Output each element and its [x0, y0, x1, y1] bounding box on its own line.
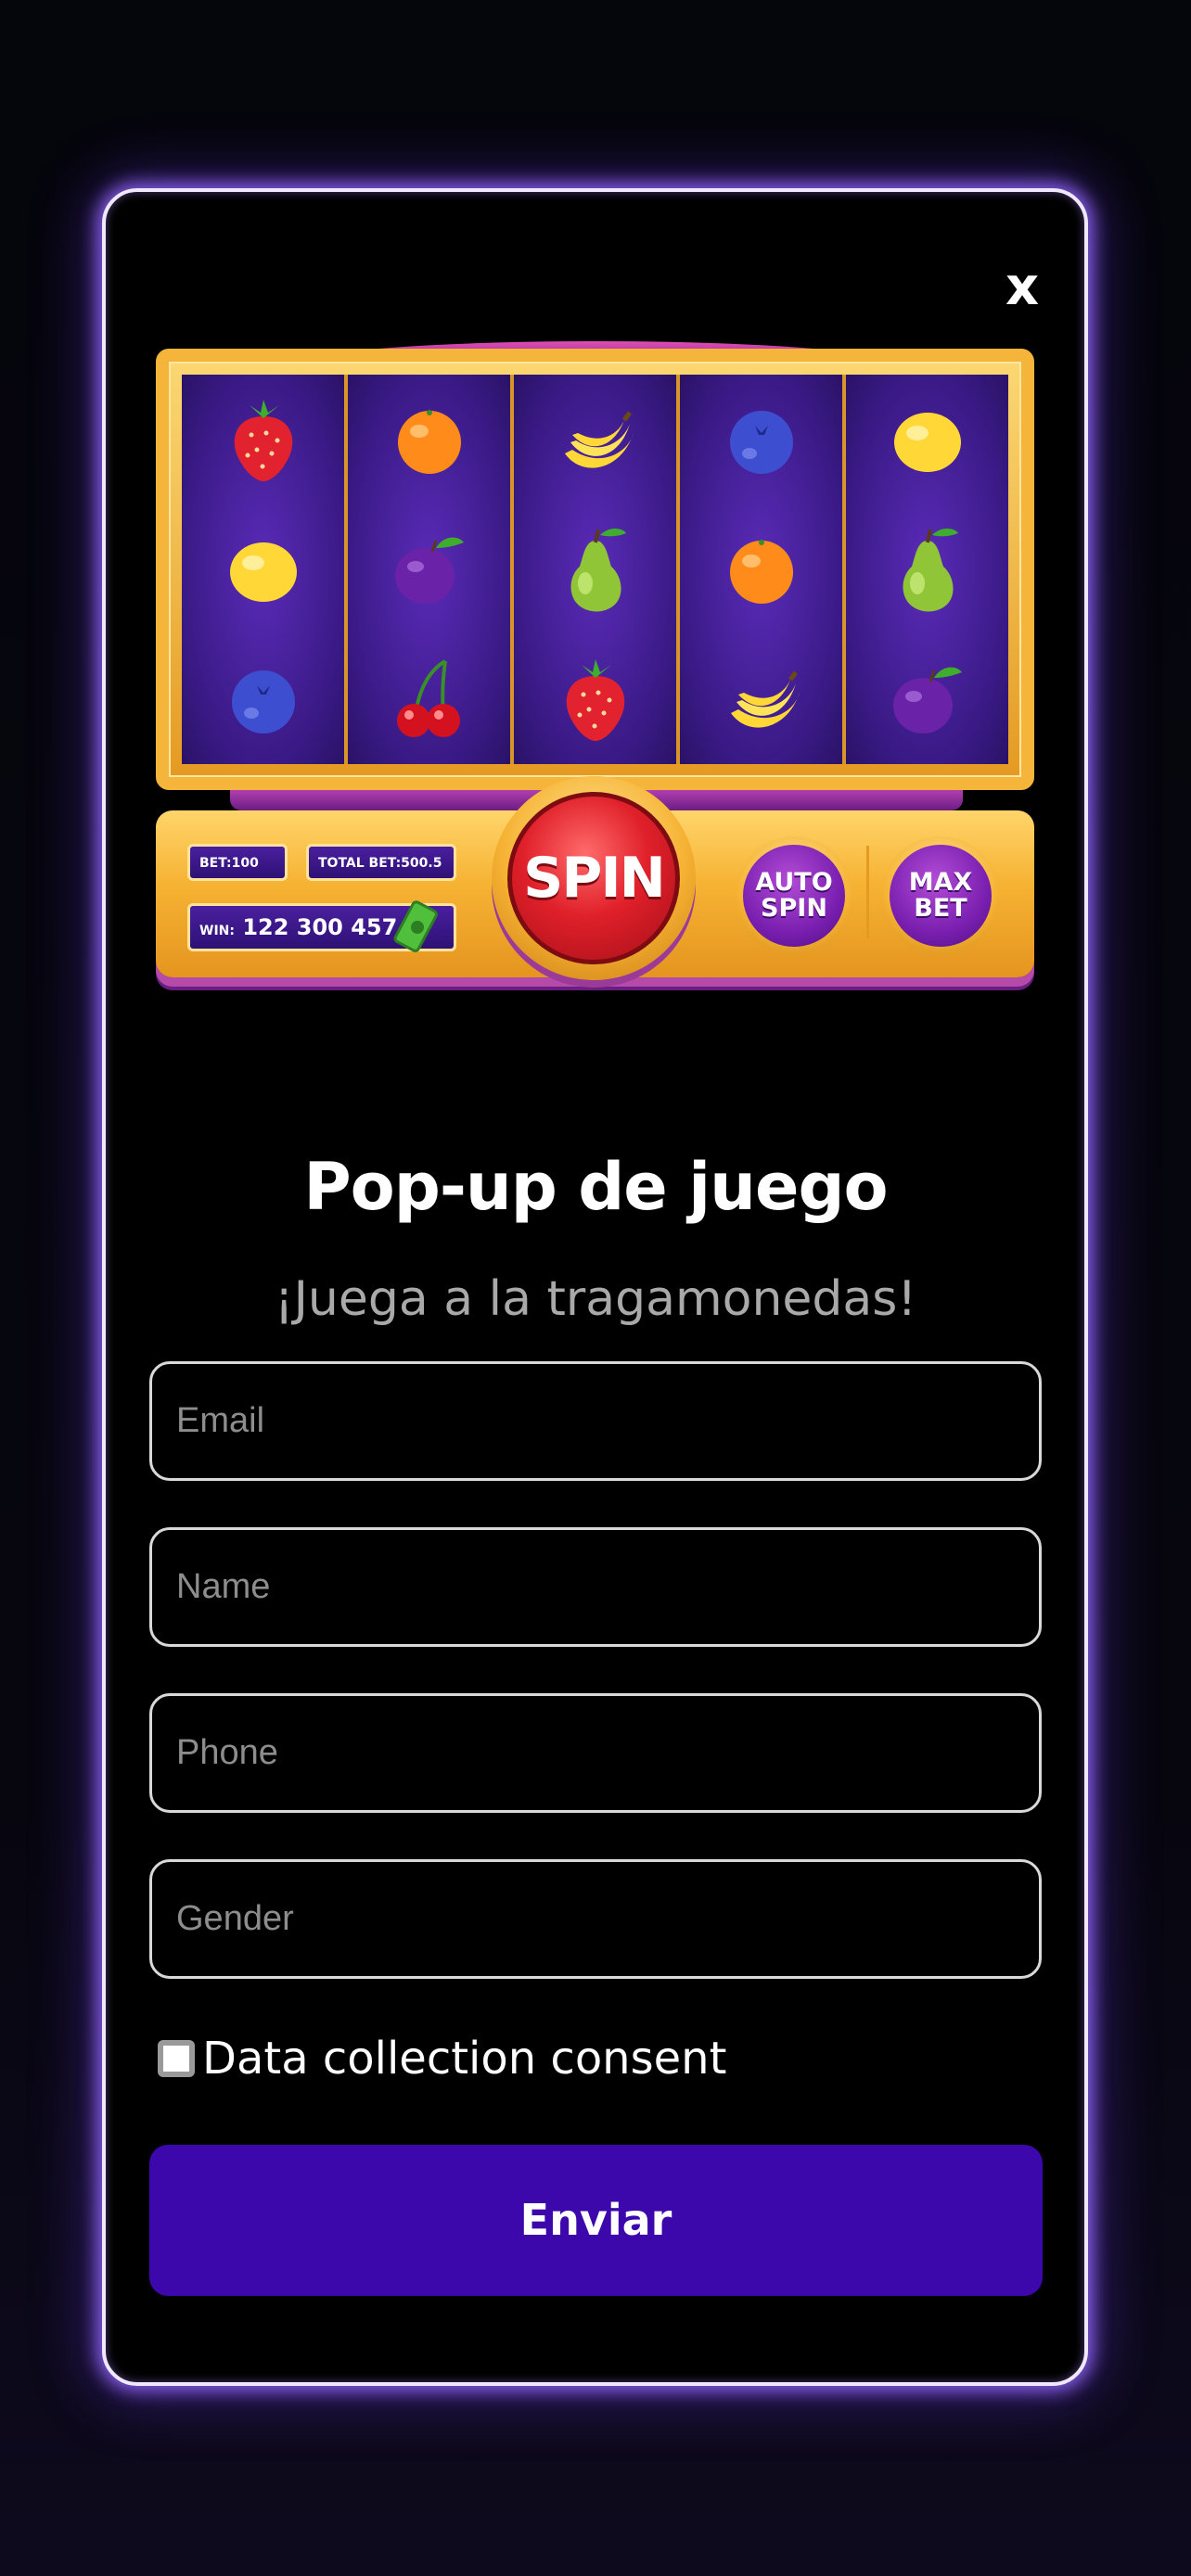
- consent-label[interactable]: Data collection consent: [202, 2033, 726, 2085]
- max-bet-label: MAX BET: [890, 845, 992, 947]
- control-divider: [866, 846, 869, 938]
- slot-cell: [348, 504, 510, 634]
- name-field[interactable]: [149, 1527, 1042, 1647]
- auto-spin-button[interactable]: AUTO SPIN: [735, 836, 853, 955]
- plum-icon: [394, 537, 464, 604]
- orange-icon: [729, 540, 793, 604]
- reel-2: [348, 375, 510, 764]
- phone-field[interactable]: [149, 1693, 1042, 1813]
- consent-checkbox[interactable]: [158, 2040, 195, 2077]
- close-button[interactable]: x: [983, 255, 1061, 320]
- slot-cell: [846, 504, 1008, 634]
- lemon-icon: [893, 413, 961, 472]
- slot-cell: [514, 375, 676, 504]
- total-bet-display: TOTAL BET:500.5: [306, 844, 456, 881]
- strawberry-icon: [234, 400, 292, 481]
- auto-spin-label: AUTO SPIN: [743, 845, 845, 947]
- cherries-icon: [396, 659, 460, 737]
- total-bet-value: 500.5: [401, 856, 442, 871]
- slot-cell: [182, 634, 344, 764]
- pear-icon: [570, 529, 626, 612]
- slot-cell: [680, 634, 842, 764]
- lemon-icon: [229, 542, 297, 602]
- banana-icon: [564, 411, 634, 468]
- consent-row: Data collection consent: [158, 2026, 726, 2091]
- popup-title: Pop-up de juego: [303, 1149, 888, 1225]
- slot-cell: [514, 504, 676, 634]
- email-field[interactable]: [149, 1361, 1042, 1481]
- plum-icon: [892, 667, 962, 733]
- submit-button[interactable]: Enviar: [149, 2145, 1043, 2296]
- reel-frame: [156, 349, 1034, 790]
- bet-value: 100: [231, 856, 259, 871]
- orange-icon: [397, 410, 461, 474]
- cash-icon: [393, 900, 438, 952]
- popup-subtitle: ¡Juega a la tragamonedas!: [274, 1271, 917, 1327]
- slot-cell: [182, 504, 344, 634]
- slot-cell: [846, 375, 1008, 504]
- total-bet-label: TOTAL BET:: [318, 856, 402, 871]
- reels: [182, 375, 1008, 764]
- slot-cell: [846, 634, 1008, 764]
- blueberry-icon: [729, 411, 793, 474]
- blueberry-icon: [231, 670, 295, 733]
- slot-machine: BET:100 TOTAL BET:500.5 WIN: 122 300 457…: [156, 336, 1034, 1016]
- slot-cell: [680, 375, 842, 504]
- banana-icon: [730, 670, 800, 728]
- slot-cell: [514, 634, 676, 764]
- gender-field[interactable]: [149, 1859, 1042, 1979]
- reel-3: [514, 375, 676, 764]
- pear-icon: [903, 529, 958, 612]
- reel-4: [680, 375, 842, 764]
- win-value: 122 300 457: [242, 914, 398, 940]
- reel-1: [182, 375, 344, 764]
- slot-cell: [348, 634, 510, 764]
- reel-5: [846, 375, 1008, 764]
- spin-button[interactable]: SPIN: [492, 776, 696, 980]
- slot-cell: [348, 375, 510, 504]
- slot-cell: [182, 375, 344, 504]
- bet-label: BET:: [199, 856, 232, 871]
- bet-display: BET:100: [187, 844, 288, 881]
- win-label: WIN:: [199, 924, 235, 938]
- spin-label: SPIN: [507, 792, 680, 964]
- slot-cell: [680, 504, 842, 634]
- strawberry-icon: [566, 659, 624, 741]
- max-bet-button[interactable]: MAX BET: [881, 836, 1000, 955]
